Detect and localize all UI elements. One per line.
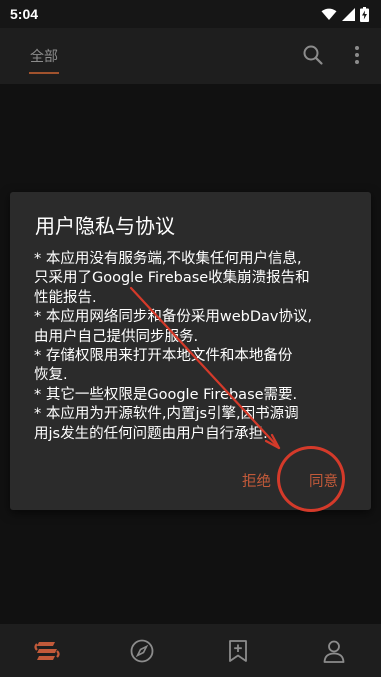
dialog-body: * 本应用没有服务端,不收集任何用户信息, 只采用了Google Firebas…: [34, 250, 364, 444]
dialog-line: * 本应用没有服务端,不收集任何用户信息,: [34, 251, 302, 267]
app-bar: 全部: [0, 28, 381, 84]
agree-button[interactable]: 同意: [309, 470, 338, 491]
dialog-line: 用js发生的任何问题由用户自行承担.: [34, 425, 268, 442]
dialog-line: 由用户自己提供同步服务.: [34, 328, 199, 345]
signal-icon: [342, 7, 355, 21]
nav-bookshelf[interactable]: [33, 637, 61, 665]
dialog-line: * 本应用为开源软件,内置js引擎,因书源调: [34, 406, 299, 423]
more-options-button[interactable]: [350, 42, 364, 68]
more-vert-icon: [355, 46, 359, 64]
dialog-line: * 存储权限用来打开本地文件和本地备份: [34, 348, 293, 365]
bottom-nav: [0, 624, 381, 677]
tab-all[interactable]: 全部: [30, 46, 58, 66]
battery-icon: [360, 6, 369, 22]
status-bar: 5:04: [0, 0, 381, 28]
nav-explore[interactable]: [128, 637, 156, 665]
search-button[interactable]: [300, 42, 326, 68]
search-icon: [303, 45, 323, 65]
nav-profile[interactable]: [320, 637, 348, 665]
dialog-title: 用户隐私与协议: [35, 214, 175, 238]
status-time: 5:04: [10, 6, 39, 22]
tab-indicator: [29, 72, 59, 74]
explore-icon: [130, 639, 154, 663]
wifi-icon: [321, 8, 337, 20]
status-icons: [321, 6, 369, 22]
privacy-dialog: 用户隐私与协议 * 本应用没有服务端,不收集任何用户信息, 只采用了Google…: [10, 192, 371, 510]
rss-bookmark-icon: [229, 640, 247, 662]
dialog-line: 性能报告.: [34, 289, 97, 306]
dialog-line: * 其它一些权限是Google Firebase需要.: [34, 386, 298, 403]
nav-rss-bookmark[interactable]: [224, 637, 252, 665]
dialog-line: 只采用了Google Firebase收集崩溃报告和: [34, 270, 310, 287]
reject-button[interactable]: 拒绝: [242, 470, 271, 491]
dialog-line: 恢复.: [34, 367, 68, 384]
dialog-line: * 本应用网络同步和备份采用webDav协议,: [34, 309, 313, 326]
bookshelf-icon: [34, 642, 60, 660]
profile-icon: [323, 640, 345, 663]
